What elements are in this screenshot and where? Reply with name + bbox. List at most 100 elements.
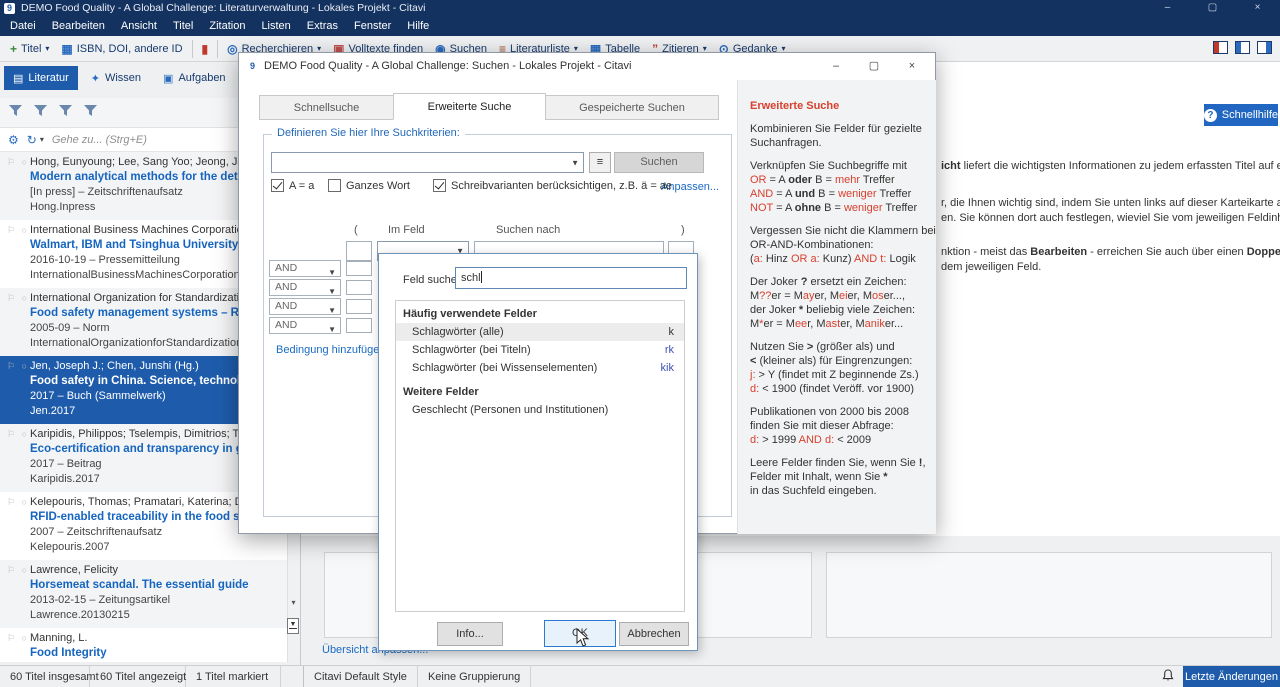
field-row[interactable]: Schlagwörter (bei Wissenselementen)kik bbox=[396, 359, 684, 377]
checkbox-0: A = a bbox=[271, 179, 314, 192]
help-line: OR-AND-Kombinationen: bbox=[750, 238, 924, 252]
menu-item-zitation[interactable]: Zitation bbox=[201, 16, 253, 36]
tab-erweiterte-suche[interactable]: Erweiterte Suche bbox=[393, 93, 546, 120]
filter-project-icon[interactable] bbox=[83, 104, 98, 121]
checkbox-box[interactable] bbox=[328, 179, 341, 192]
list-item[interactable]: ⚐ ○Manning, L.Food Integrity bbox=[0, 628, 287, 662]
layout-left-icon[interactable] bbox=[1213, 41, 1228, 54]
chevron-down-icon[interactable]: ▾ bbox=[40, 135, 44, 144]
query-menu-button[interactable]: ≡ bbox=[589, 152, 611, 173]
question-icon: ? bbox=[1204, 109, 1217, 122]
open-paren-input[interactable] bbox=[346, 299, 372, 314]
bell-icon[interactable] bbox=[1153, 669, 1183, 685]
sidebar-tab-wissen[interactable]: ✦Wissen bbox=[82, 66, 150, 90]
menu-item-hilfe[interactable]: Hilfe bbox=[399, 16, 437, 36]
filter-label-icon[interactable] bbox=[58, 104, 73, 121]
mouse-cursor bbox=[576, 628, 590, 648]
info-button[interactable]: Info... bbox=[437, 622, 503, 646]
menu-item-titel[interactable]: Titel bbox=[165, 16, 201, 36]
checkbox-label: Schreibvarianten berücksichtigen, z.B. ä… bbox=[451, 180, 672, 192]
main-window-title: DEMO Food Quality - A Global Challenge: … bbox=[21, 2, 425, 14]
toolbar-button-add-title[interactable]: +Titel▾ bbox=[4, 38, 55, 60]
maximize-icon[interactable]: ▢ bbox=[1190, 0, 1235, 16]
layout-right-icon[interactable] bbox=[1257, 41, 1272, 54]
open-paren-input[interactable] bbox=[346, 318, 372, 333]
help-line: AND = A und B = weniger Treffer bbox=[750, 187, 924, 201]
gear-icon[interactable]: ⚙ bbox=[8, 133, 19, 147]
field-section-header: Weitere Felder bbox=[396, 383, 684, 401]
scroll-down-icon[interactable]: ▾ bbox=[288, 598, 299, 607]
search-button[interactable]: Suchen bbox=[614, 152, 704, 173]
checkbox-2: Schreibvarianten berücksichtigen, z.B. ä… bbox=[433, 179, 672, 192]
col-suchen-nach: Suchen nach bbox=[496, 224, 560, 236]
citavi-main-window: 9 DEMO Food Quality - A Global Challenge… bbox=[0, 0, 1280, 687]
open-paren-input[interactable] bbox=[346, 280, 372, 295]
dialog-close-icon[interactable]: × bbox=[893, 53, 931, 79]
goto-input[interactable]: Gehe zu... (Strg+E) bbox=[52, 134, 147, 146]
tab-schnellsuche[interactable]: Schnellsuche bbox=[259, 95, 394, 120]
menu-item-datei[interactable]: Datei bbox=[2, 16, 44, 36]
help-line: der Joker * beliebig viele Zeichen: bbox=[750, 303, 924, 317]
entry-title: Horsemeat scandal. The essential guide bbox=[30, 579, 285, 591]
toolbar-label: Titel bbox=[21, 43, 41, 55]
sidebar-tab-literatur[interactable]: ▤Literatur bbox=[4, 66, 78, 90]
field-row[interactable]: Geschlecht (Personen und Institutionen) bbox=[396, 401, 684, 419]
layout-middle-icon[interactable] bbox=[1235, 41, 1250, 54]
col-close-paren: ) bbox=[681, 224, 685, 236]
menu-item-extras[interactable]: Extras bbox=[299, 16, 346, 36]
last-changes-button[interactable]: Letzte Änderungen bbox=[1183, 666, 1280, 687]
open-paren-input[interactable] bbox=[346, 261, 372, 276]
grouping-selector[interactable]: Keine Gruppierung bbox=[418, 666, 531, 687]
toolbar-button-device[interactable]: ▮ bbox=[196, 38, 215, 60]
scroll-to-end-icon[interactable]: ▼ bbox=[287, 618, 299, 634]
refresh-icon[interactable]: ↻ bbox=[27, 133, 37, 147]
menu-item-listen[interactable]: Listen bbox=[253, 16, 298, 36]
help-line: M*er = Meer, Master, Maniker... bbox=[750, 317, 924, 331]
filter-circle-icon[interactable] bbox=[33, 104, 48, 121]
operator-combobox[interactable]: AND▼ bbox=[269, 279, 341, 296]
menu-item-ansicht[interactable]: Ansicht bbox=[113, 16, 165, 36]
detail-text-fragment: en. Sie können dort auch festlegen, wiev… bbox=[941, 212, 1280, 224]
checkbox-box[interactable] bbox=[271, 179, 284, 192]
dialog-minimize-icon[interactable]: – bbox=[817, 53, 855, 79]
list-item[interactable]: ⚐ ○Lawrence, FelicityHorsemeat scandal. … bbox=[0, 560, 287, 628]
dialog-maximize-icon[interactable]: ▢ bbox=[855, 53, 893, 79]
checkbox-1: Ganzes Wort bbox=[328, 179, 410, 192]
add-condition-link[interactable]: Bedingung hinzufügen bbox=[276, 344, 385, 356]
schnellhilfe-button[interactable]: ? Schnellhilfe bbox=[1204, 104, 1278, 126]
menu-item-bearbeiten[interactable]: Bearbeiten bbox=[44, 16, 113, 36]
operator-combobox[interactable]: AND▼ bbox=[269, 298, 341, 315]
criteria-legend: Definieren Sie hier Ihre Suchkriterien: bbox=[272, 127, 465, 139]
help-line: Kombinieren Sie Felder für gezielte bbox=[750, 122, 924, 136]
detail-text-fragment: dem jeweiligen Feld. bbox=[941, 261, 1041, 273]
detail-text-fragment: r, die Ihnen wichtig sind, indem Sie unt… bbox=[941, 197, 1280, 209]
field-label: Schlagwörter (alle) bbox=[412, 323, 504, 341]
sidebar-tab-aufgaben[interactable]: ▣Aufgaben bbox=[154, 66, 235, 90]
col-open-paren: ( bbox=[354, 224, 358, 236]
open-paren-input[interactable] bbox=[346, 241, 372, 261]
cancel-button[interactable]: Abbrechen bbox=[619, 622, 689, 646]
field-search-input[interactable]: schl bbox=[455, 267, 687, 289]
checkbox-box[interactable] bbox=[433, 179, 446, 192]
wissen-icon: ✦ bbox=[91, 72, 100, 85]
close-icon[interactable]: × bbox=[1235, 0, 1280, 16]
flag-circle-icons: ⚐ ○ bbox=[7, 293, 29, 304]
statusbar: 60 Titel insgesamt 60 Titel angezeigt 1 … bbox=[0, 665, 1280, 687]
toolbar-label: ISBN, DOI, andere ID bbox=[77, 43, 183, 55]
field-row[interactable]: Schlagwörter (alle)k bbox=[396, 323, 684, 341]
help-line: Der Joker ? ersetzt ein Zeichen: bbox=[750, 275, 924, 289]
help-line: (a: Hinz OR a: Kunz) AND t: Logik bbox=[750, 252, 924, 266]
citation-style-selector[interactable]: Citavi Default Style bbox=[304, 666, 418, 687]
toolbar-button-isbn-doi[interactable]: ▦ISBN, DOI, andere ID bbox=[55, 38, 188, 60]
status-spacer bbox=[281, 666, 304, 687]
entry-meta: 2013-02-15 – Zeitungsartikel bbox=[30, 594, 285, 606]
tab-gespeicherte-suchen[interactable]: Gespeicherte Suchen bbox=[545, 95, 719, 120]
operator-combobox[interactable]: AND▼ bbox=[269, 317, 341, 334]
filter-flag-icon[interactable] bbox=[8, 104, 23, 121]
query-combobox[interactable]: ▼ bbox=[271, 152, 584, 173]
menu-item-fenster[interactable]: Fenster bbox=[346, 16, 399, 36]
operator-combobox[interactable]: AND▼ bbox=[269, 260, 341, 277]
entry-shortid: Lawrence.20130215 bbox=[30, 609, 285, 621]
field-row[interactable]: Schlagwörter (bei Titeln)rk bbox=[396, 341, 684, 359]
minimize-icon[interactable]: – bbox=[1145, 0, 1190, 16]
